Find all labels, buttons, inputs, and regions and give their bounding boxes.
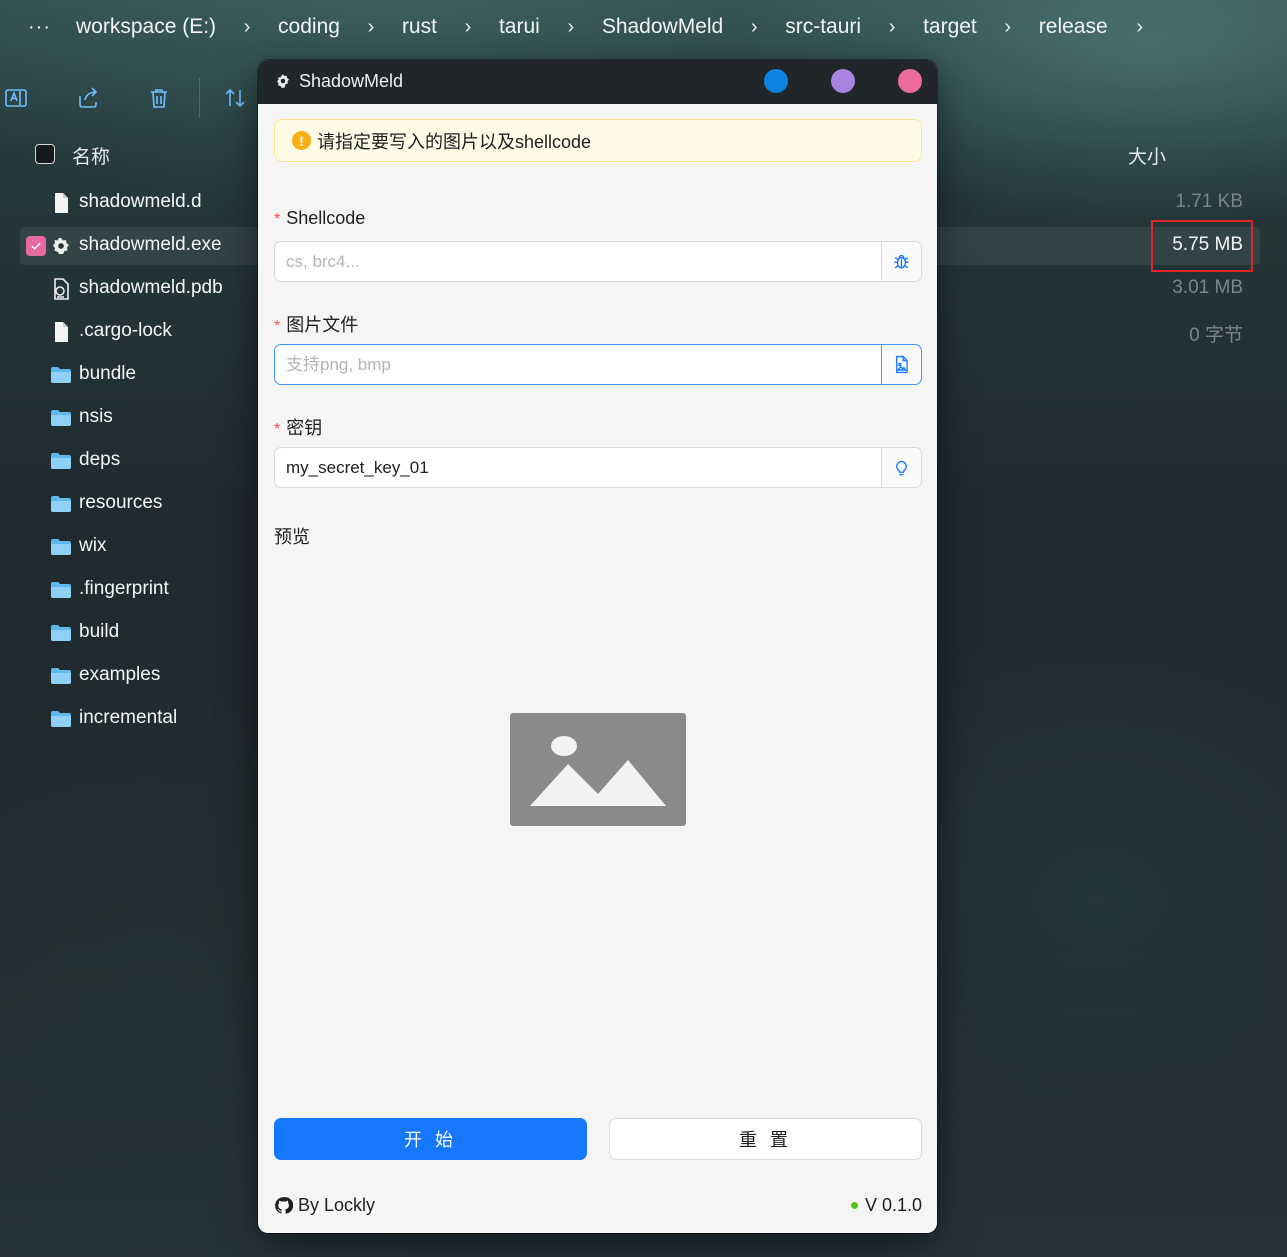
alert-message: 请指定要写入的图片以及shellcode <box>317 131 592 152</box>
chevron-right-icon[interactable]: › <box>437 16 499 39</box>
reset-button[interactable]: 重 置 <box>609 1118 922 1160</box>
pdb-file-icon <box>48 276 74 302</box>
breadcrumb-item[interactable]: target <box>923 15 977 39</box>
folder-icon <box>48 491 74 517</box>
secret-key-label: * 密钥 <box>274 418 323 438</box>
row-checkbox[interactable] <box>26 236 46 256</box>
author-link[interactable]: By Lockly <box>274 1195 375 1216</box>
file-name: examples <box>79 664 161 685</box>
file-icon <box>48 319 74 345</box>
folder-icon <box>48 620 74 646</box>
shellcode-input-group <box>274 241 922 282</box>
file-name: nsis <box>79 406 113 427</box>
image-file-icon[interactable] <box>881 345 921 384</box>
window-dot-blue[interactable] <box>764 69 788 93</box>
folder-icon <box>48 405 74 431</box>
author-text: By Lockly <box>298 1195 376 1215</box>
version-text: V 0.1.0 <box>864 1195 922 1215</box>
select-all-checkbox[interactable] <box>35 144 55 164</box>
file-name: shadowmeld.exe <box>79 234 222 255</box>
app-gear-icon <box>48 233 74 259</box>
info-alert: ! 请指定要写入的图片以及shellcode <box>274 119 922 162</box>
rename-icon[interactable] <box>4 86 28 110</box>
version-badge: V 0.1.0 <box>850 1195 922 1216</box>
file-name: .fingerprint <box>79 578 169 599</box>
breadcrumb-item[interactable]: coding <box>278 15 340 39</box>
chevron-right-icon[interactable]: › <box>216 16 278 39</box>
column-header-name[interactable]: 名称 <box>72 142 110 169</box>
chevron-right-icon[interactable]: › <box>540 16 602 39</box>
chevron-right-icon[interactable]: › <box>723 16 785 39</box>
required-marker: * <box>274 318 281 335</box>
folder-icon <box>48 663 74 689</box>
file-name: build <box>79 621 120 642</box>
start-button[interactable]: 开 始 <box>274 1118 587 1160</box>
file-name: .cargo-lock <box>79 320 172 341</box>
bug-icon[interactable] <box>881 242 921 281</box>
address-breadcrumb: ··· workspace (E:) › coding › rust › tar… <box>0 0 1287 54</box>
delete-icon[interactable] <box>147 86 171 110</box>
file-size: 1.71 KB <box>1175 191 1243 212</box>
image-placeholder-icon <box>510 713 686 826</box>
github-icon <box>275 1197 293 1214</box>
image-file-input[interactable] <box>275 345 881 384</box>
folder-icon <box>48 448 74 474</box>
column-header-size[interactable]: 大小 <box>1128 142 1166 169</box>
footer: By Lockly V 0.1.0 <box>274 1195 922 1219</box>
more-icon[interactable]: ··· <box>28 16 50 39</box>
exclamation-icon: ! <box>292 131 311 150</box>
secret-key-input[interactable] <box>275 448 881 487</box>
toolbar-divider <box>199 78 200 118</box>
secret-key-input-group <box>274 447 922 488</box>
file-name: shadowmeld.pdb <box>79 277 223 298</box>
required-marker: * <box>274 421 281 438</box>
breadcrumb-item[interactable]: release <box>1039 15 1108 39</box>
chevron-right-icon[interactable]: › <box>340 16 402 39</box>
image-file-input-group <box>274 344 922 385</box>
preview-area <box>274 560 922 980</box>
app-gear-icon <box>277 74 289 88</box>
breadcrumb-item[interactable]: tarui <box>499 15 540 39</box>
file-icon <box>48 190 74 216</box>
explorer-toolbar <box>0 76 260 122</box>
file-name: resources <box>79 492 163 513</box>
window-title: ShadowMeld <box>299 71 404 91</box>
file-name: incremental <box>79 707 178 728</box>
chevron-right-icon[interactable]: › <box>1126 16 1154 39</box>
file-size: 0 字节 <box>1189 325 1243 346</box>
title-bar: ShadowMeld <box>258 60 937 104</box>
file-name: shadowmeld.d <box>79 191 202 212</box>
preview-label: 预览 <box>274 527 310 547</box>
required-marker: * <box>274 211 281 228</box>
folder-icon <box>48 534 74 560</box>
bulb-icon[interactable] <box>881 448 921 487</box>
folder-icon <box>48 577 74 603</box>
file-size: 3.01 MB <box>1172 277 1243 298</box>
file-name: wix <box>79 535 107 556</box>
window-dot-pink[interactable] <box>898 69 922 93</box>
chevron-right-icon[interactable]: › <box>861 16 923 39</box>
sort-icon[interactable] <box>223 86 247 110</box>
share-icon[interactable] <box>76 86 100 110</box>
file-name: bundle <box>79 363 137 384</box>
folder-icon <box>48 362 74 388</box>
folder-icon <box>48 706 74 732</box>
chevron-right-icon[interactable]: › <box>977 16 1039 39</box>
breadcrumb-item[interactable]: rust <box>402 15 437 39</box>
size-highlight-box <box>1151 220 1253 272</box>
window-dot-purple[interactable] <box>831 69 855 93</box>
image-file-label: * 图片文件 <box>274 315 359 335</box>
shellcode-input[interactable] <box>275 242 881 281</box>
breadcrumb-item[interactable]: ShadowMeld <box>602 15 723 39</box>
shellcode-label: * Shellcode <box>274 208 366 228</box>
breadcrumb-item[interactable]: src-tauri <box>785 15 861 39</box>
file-name: deps <box>79 449 121 470</box>
breadcrumb-item[interactable]: workspace (E:) <box>76 15 216 39</box>
shadowmeld-window: ShadowMeld ! 请指定要写入的图片以及shellcode * Shell… <box>258 60 937 1233</box>
status-dot <box>850 1202 858 1209</box>
